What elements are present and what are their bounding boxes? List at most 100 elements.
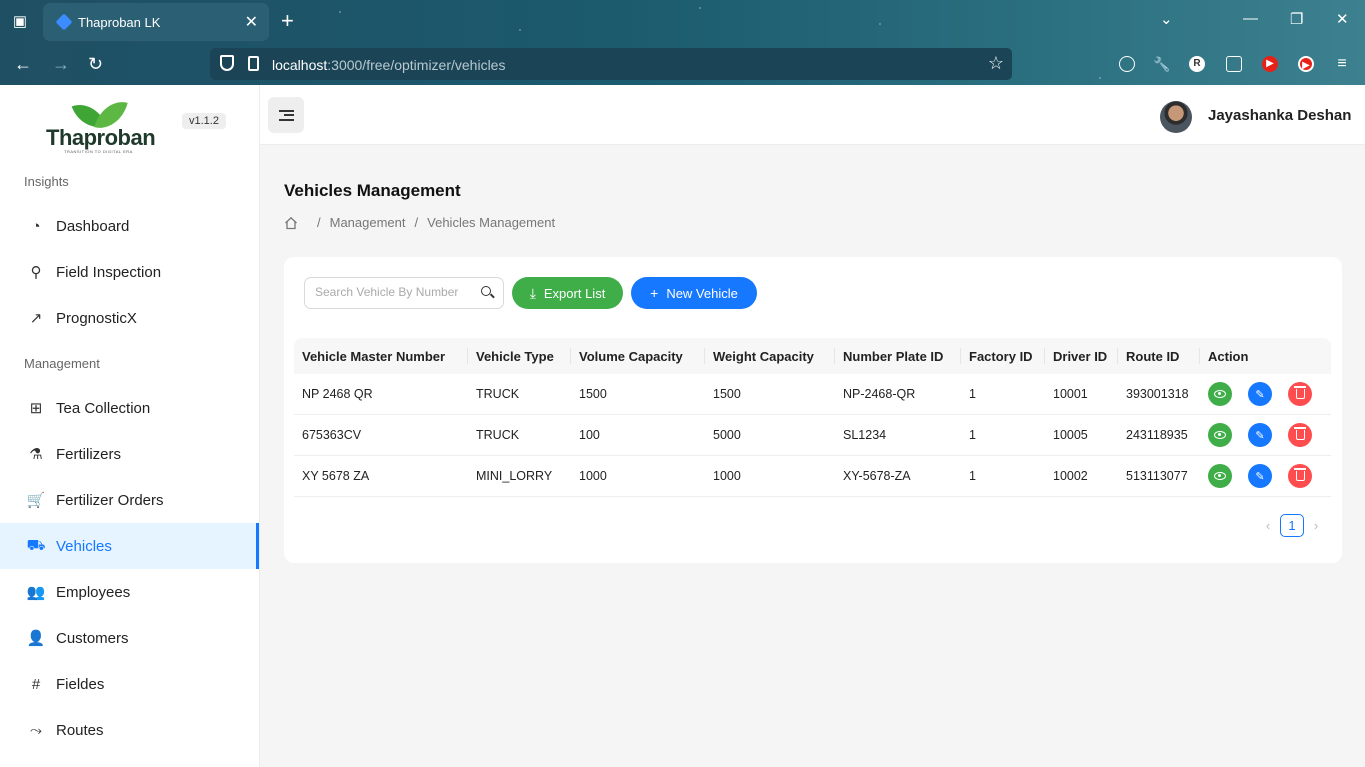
sidebar-item-vehicles[interactable]: ⛟ Vehicles xyxy=(0,523,259,569)
search-field[interactable] xyxy=(304,277,504,309)
column-header: Vehicle Type xyxy=(468,338,571,374)
view-button[interactable] xyxy=(1208,382,1232,406)
column-header: Route ID xyxy=(1118,338,1200,374)
sidebar-item-employees[interactable]: 👥 Employees xyxy=(0,569,259,615)
trash-icon xyxy=(1293,468,1306,481)
youtube-alt-icon[interactable]: ▶ xyxy=(1298,56,1314,72)
back-button[interactable]: ← xyxy=(14,54,32,74)
next-page-icon[interactable]: › xyxy=(1308,518,1324,533)
prev-page-icon[interactable]: ‹ xyxy=(1260,518,1276,533)
cell-volume-capacity: 1500 xyxy=(579,387,607,401)
cell-actions: ✎ xyxy=(1200,415,1331,455)
close-window-button[interactable]: ✕ xyxy=(1336,10,1349,28)
cell-volume-capacity: 1000 xyxy=(579,469,607,483)
shield-icon[interactable] xyxy=(220,55,234,71)
sidebar-item-customers[interactable]: 👤 Customers xyxy=(0,615,259,661)
column-header: Volume Capacity xyxy=(571,338,705,374)
menu-icon[interactable]: ≡ xyxy=(1334,56,1350,72)
cell-factory-id: 1 xyxy=(969,387,976,401)
sidebar-item-fieldes[interactable]: # Fieldes xyxy=(0,661,259,707)
breadcrumb-item-management[interactable]: Management xyxy=(330,215,406,230)
cell-master-number: 675363CV xyxy=(302,428,362,442)
address-bar[interactable]: localhost:3000/free/optimizer/vehicles ☆ xyxy=(210,48,1012,80)
tab-list-icon[interactable]: ▣ xyxy=(10,12,30,32)
sidebar-item-fertilizers[interactable]: ⚗ Fertilizers xyxy=(0,431,259,477)
column-header: Vehicle Master Number xyxy=(294,338,468,374)
route-icon: ⤳ xyxy=(29,721,42,739)
export-list-button[interactable]: ⤓ Export List xyxy=(512,277,623,309)
column-header: Weight Capacity xyxy=(705,338,835,374)
wrench-icon[interactable]: 🔧 xyxy=(1153,56,1170,72)
edit-button[interactable]: ✎ xyxy=(1248,382,1272,406)
vehicles-table: Vehicle Master Number Vehicle Type Volum… xyxy=(294,338,1331,497)
cell-route-id: 393001318 xyxy=(1126,387,1189,401)
minimize-button[interactable]: — xyxy=(1243,10,1258,27)
trash-icon xyxy=(1293,427,1306,440)
vehicles-card: ⤓ Export List + New Vehicle Vehicle Mast… xyxy=(284,257,1342,563)
cell-weight-capacity: 1000 xyxy=(713,469,741,483)
bookmark-star-icon[interactable]: ☆ xyxy=(988,53,1004,74)
chevron-down-icon[interactable]: ⌄ xyxy=(1160,10,1173,28)
column-header: Action xyxy=(1208,348,1249,364)
cell-actions: ✎ xyxy=(1200,374,1331,414)
cell-factory-id: 1 xyxy=(969,428,976,442)
cell-weight-capacity: 1500 xyxy=(713,387,741,401)
breadcrumb-item-current: Vehicles Management xyxy=(427,215,556,230)
delete-button[interactable] xyxy=(1288,423,1312,447)
search-icon[interactable] xyxy=(481,286,491,296)
search-input[interactable] xyxy=(315,285,465,299)
menu-toggle-button[interactable] xyxy=(268,97,304,133)
new-tab-button[interactable]: + xyxy=(281,10,294,32)
sidebar-item-fertilizer-orders[interactable]: 🛒 Fertilizer Orders xyxy=(0,477,259,523)
restore-button[interactable]: ❐ xyxy=(1290,10,1303,28)
tab-title: Thaproban LK xyxy=(78,15,161,30)
cell-master-number: NP 2468 QR xyxy=(302,387,373,401)
sidebar-item-field-inspection[interactable]: ⚲ Field Inspection xyxy=(0,249,259,295)
sidebar-item-tea-collection[interactable]: ⊞ Tea Collection xyxy=(0,385,259,431)
sidebar-item-routes[interactable]: ⤳ Routes xyxy=(0,707,259,753)
extensions-icon[interactable] xyxy=(1226,56,1242,72)
avatar[interactable] xyxy=(1160,101,1192,133)
dashboard-icon: ◔ xyxy=(31,217,41,235)
edit-button[interactable]: ✎ xyxy=(1248,464,1272,488)
column-header: Driver ID xyxy=(1045,338,1118,374)
new-vehicle-button[interactable]: + New Vehicle xyxy=(631,277,757,309)
r-extension-icon[interactable]: R xyxy=(1189,56,1205,72)
url-text[interactable]: localhost:3000/free/optimizer/vehicles xyxy=(272,57,505,73)
cell-driver-id: 10002 xyxy=(1053,469,1088,483)
logo: Thaproban TRANSITION TO DIGITAL ERA xyxy=(46,96,156,155)
delete-button[interactable] xyxy=(1288,464,1312,488)
user-name[interactable]: Jayashanka Deshan xyxy=(1208,107,1351,124)
page-icon[interactable] xyxy=(248,56,259,71)
pencil-icon: ✎ xyxy=(1255,388,1265,401)
sidebar-item-dashboard[interactable]: ◔ Dashboard xyxy=(0,203,259,249)
table-row: XY 5678 ZA MINI_LORRY 1000 1000 XY-5678-… xyxy=(294,456,1331,497)
breadcrumb: / Management / Vehicles Management xyxy=(284,215,555,230)
cell-number-plate: XY-5678-ZA xyxy=(843,469,911,483)
column-header: Factory ID xyxy=(961,338,1045,374)
section-label-insights: Insights xyxy=(24,174,69,189)
pocket-icon[interactable] xyxy=(1119,56,1135,72)
cell-route-id: 243118935 xyxy=(1126,428,1188,442)
home-icon[interactable] xyxy=(284,216,298,230)
car-icon: ⛟ xyxy=(26,536,46,554)
sidebar-item-prognosticx[interactable]: ↗ PrognosticX xyxy=(0,295,259,341)
team-icon: 👥 xyxy=(26,584,46,601)
cell-actions: ✎ xyxy=(1200,456,1331,496)
reload-button[interactable]: ↻ xyxy=(88,54,103,74)
youtube-icon[interactable]: ▶ xyxy=(1262,56,1278,72)
browser-tab[interactable]: Thaproban LK ✕ xyxy=(44,4,268,40)
forward-button[interactable]: → xyxy=(52,54,70,74)
cell-driver-id: 10001 xyxy=(1053,387,1088,401)
cell-vehicle-type: TRUCK xyxy=(476,428,520,442)
column-header: Number Plate ID xyxy=(835,338,961,374)
view-button[interactable] xyxy=(1208,423,1232,447)
edit-button[interactable]: ✎ xyxy=(1248,423,1272,447)
delete-button[interactable] xyxy=(1288,382,1312,406)
version-badge: v1.1.2 xyxy=(182,113,226,129)
close-tab-icon[interactable]: ✕ xyxy=(245,12,258,32)
view-button[interactable] xyxy=(1208,464,1232,488)
flask-icon: ⚗ xyxy=(29,446,43,463)
favicon-icon xyxy=(55,13,73,31)
page-number-button[interactable]: 1 xyxy=(1280,514,1304,537)
